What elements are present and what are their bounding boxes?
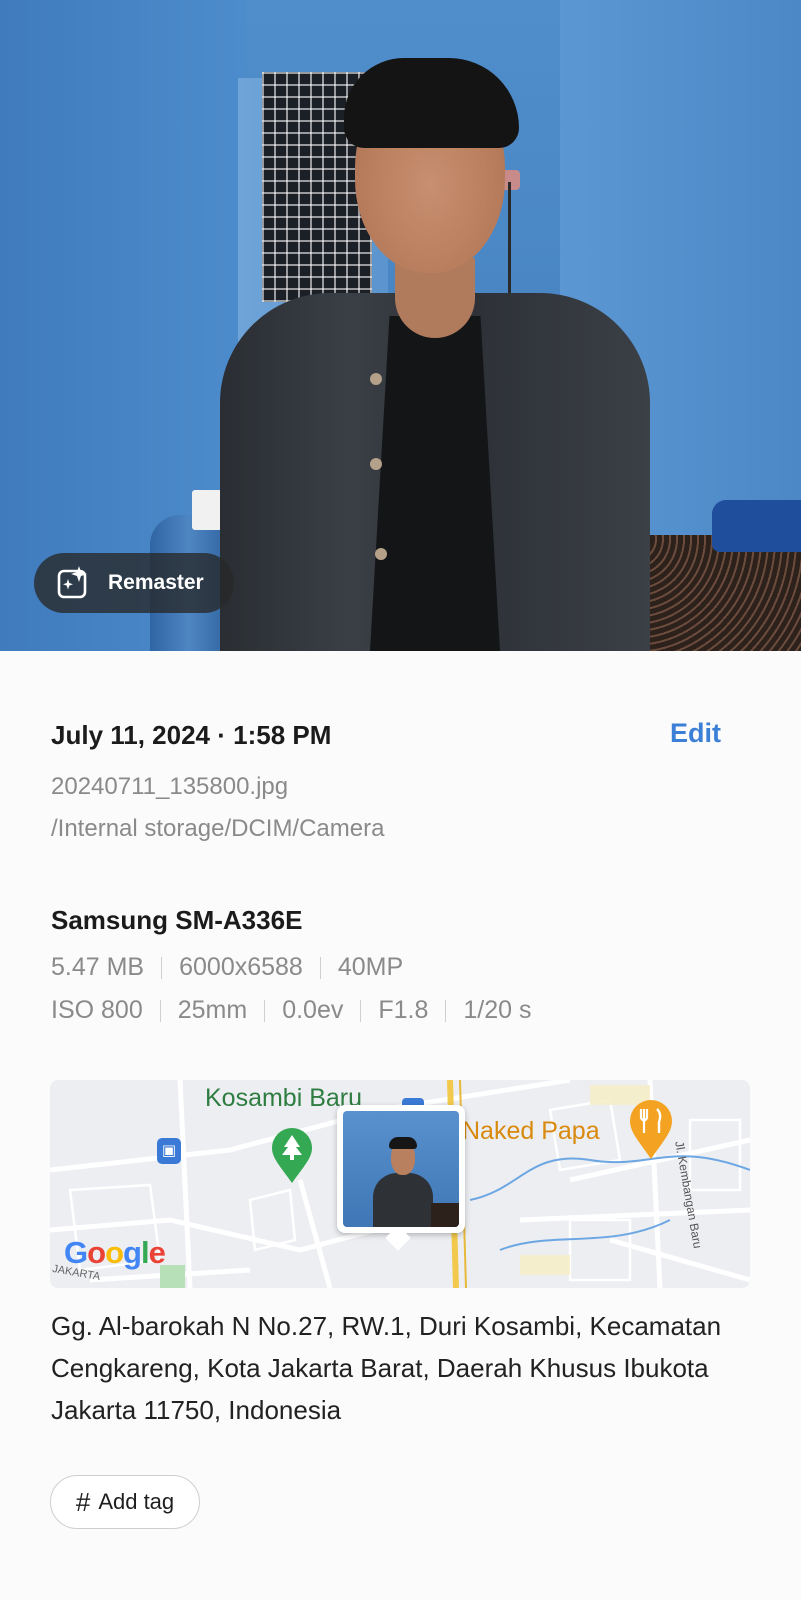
google-logo-letter: G: [64, 1235, 88, 1270]
hashtag-icon: #: [75, 1486, 91, 1517]
divider: [264, 999, 266, 1022]
photo-cup: [192, 490, 222, 530]
divider: [159, 999, 161, 1022]
resolution: 6000x6588: [179, 953, 303, 981]
remaster-sparkle-icon: [57, 566, 87, 599]
remaster-label: Remaster: [108, 571, 204, 594]
google-logo-letter: e: [148, 1235, 166, 1270]
file-name: 20240711_135800.jpg: [51, 773, 289, 800]
photo-bag: [712, 500, 801, 552]
camera-specs: ISO 800 25mm 0.0ev F1.8 1/20 s: [51, 996, 532, 1025]
file-path: /Internal storage/DCIM/Camera: [51, 815, 385, 842]
exposure-value: 0.0ev: [282, 996, 344, 1024]
add-tag-button[interactable]: # Add tag: [50, 1475, 200, 1529]
jacket-button: [375, 548, 387, 560]
file-size: 5.47 MB: [51, 953, 145, 981]
bus-stop-icon: ▣: [157, 1138, 181, 1164]
photo-person: [220, 58, 650, 651]
photo-datetime: July 11, 2024 · 1:58 PM: [51, 720, 332, 750]
google-logo: Google: [64, 1235, 166, 1271]
google-logo-letter: o: [87, 1235, 106, 1270]
person-hair: [344, 58, 519, 148]
remaster-button[interactable]: Remaster: [34, 553, 234, 613]
focal-length: 25mm: [177, 996, 248, 1024]
location-map[interactable]: Kosambi Baru Naked Papa Jl. Kembangan Ba…: [50, 1080, 750, 1288]
park-pin-icon: [272, 1128, 312, 1183]
map-label-poi: Naked Papa: [462, 1117, 600, 1145]
camera-device: Samsung SM-A336E: [51, 905, 303, 935]
divider: [161, 956, 163, 979]
divider: [319, 956, 321, 979]
photo-mattress: [630, 535, 801, 651]
jacket-button: [370, 458, 382, 470]
edit-button[interactable]: Edit: [670, 718, 721, 749]
restaurant-pin-icon: [630, 1100, 672, 1159]
shutter-speed: 1/20 s: [463, 996, 532, 1024]
google-logo-letter: l: [140, 1235, 150, 1270]
divider: [445, 999, 447, 1022]
divider: [360, 999, 362, 1022]
megapixels: 40MP: [337, 953, 404, 981]
photo-preview[interactable]: Remaster: [0, 0, 801, 651]
location-address[interactable]: Gg. Al-barokah N No.27, RW.1, Duri Kosam…: [51, 1305, 771, 1431]
google-logo-letter: o: [105, 1235, 124, 1270]
person-shirt: [370, 316, 500, 651]
marker-thumbnail: [343, 1111, 459, 1227]
file-specs: 5.47 MB 6000x6588 40MP: [51, 953, 403, 982]
aperture: F1.8: [378, 996, 429, 1024]
jacket-button: [370, 373, 382, 385]
iso: ISO 800: [51, 996, 143, 1024]
map-photo-marker[interactable]: [337, 1105, 465, 1251]
add-tag-label: Add tag: [98, 1489, 175, 1514]
google-logo-letter: g: [123, 1235, 142, 1270]
